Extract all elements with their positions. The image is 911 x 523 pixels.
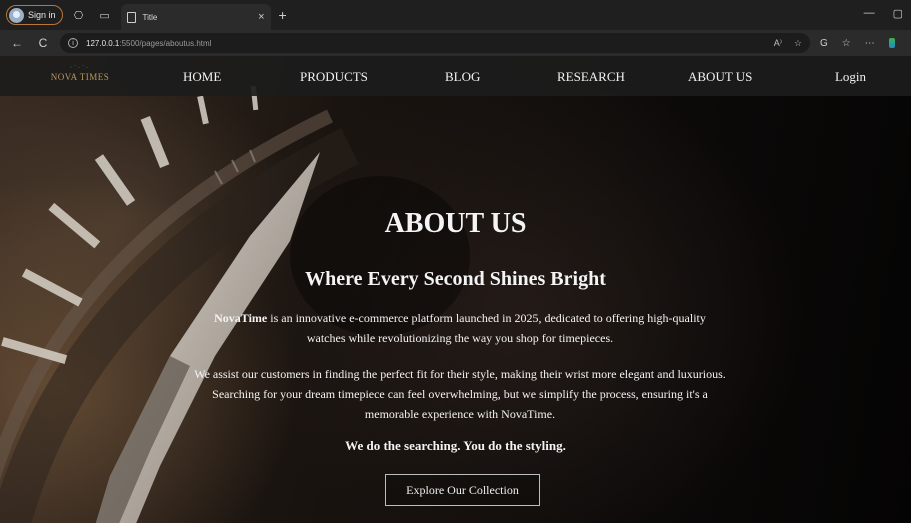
minimize-icon[interactable]: — xyxy=(864,7,875,20)
window-controls: — ▢ xyxy=(864,7,903,20)
page-icon xyxy=(126,11,136,23)
reload-icon[interactable]: C xyxy=(34,36,52,50)
new-tab-icon[interactable]: + xyxy=(279,7,287,23)
intro-paragraph: NovaTime is an innovative e-commerce pla… xyxy=(200,308,720,348)
close-tab-icon[interactable]: × xyxy=(258,11,264,23)
tab-title: Title xyxy=(142,12,158,22)
explore-collection-button[interactable]: Explore Our Collection xyxy=(385,474,540,506)
avatar-icon xyxy=(9,7,24,23)
mission-paragraph: We assist our customers in finding the p… xyxy=(194,367,726,421)
browser-tab-bar: Sign in ⎔ ▭ Title × + — ▢ xyxy=(0,0,911,30)
url-field[interactable]: i 127.0.0.1 :5500/pages/aboutus.html A⁾ … xyxy=(60,33,810,53)
copilot-icon[interactable]: G xyxy=(820,38,828,49)
back-icon[interactable]: ← xyxy=(8,36,26,50)
browser-address-bar: ← C i 127.0.0.1 :5500/pages/aboutus.html… xyxy=(0,30,911,56)
brand-name: NovaTime xyxy=(214,311,268,325)
page-title: ABOUT US xyxy=(384,208,527,239)
workspaces-icon[interactable]: ⎔ xyxy=(69,5,89,25)
intro-text: is an innovative e-commerce platform lau… xyxy=(267,311,706,345)
signin-label: Sign in xyxy=(28,10,56,20)
favorites-icon[interactable]: ☆ xyxy=(842,38,851,49)
favorite-star-icon[interactable]: ☆ xyxy=(794,38,802,49)
browser-tab-active[interactable]: Title × xyxy=(120,4,271,30)
more-menu-icon[interactable]: ⋯ xyxy=(865,38,875,49)
page-subtitle: Where Every Second Shines Bright xyxy=(305,268,606,290)
maximize-icon[interactable]: ▢ xyxy=(893,7,903,20)
profile-signin-button[interactable]: Sign in xyxy=(6,5,63,25)
site-info-icon[interactable]: i xyxy=(68,38,78,48)
tab-actions-icon[interactable]: ▭ xyxy=(95,5,115,25)
url-path: :5500/pages/aboutus.html xyxy=(119,38,212,48)
edge-logo-icon[interactable] xyxy=(888,38,895,48)
website-viewport: ·˙·˙· NOVA TIMES HOME PRODUCTS BLOG RESE… xyxy=(0,56,911,523)
about-content: ABOUT US Where Every Second Shines Brigh… xyxy=(0,56,911,523)
read-aloud-icon[interactable]: A⁾ xyxy=(774,38,782,49)
tagline: We do the searching. You do the styling. xyxy=(345,438,566,453)
url-host: 127.0.0.1 xyxy=(86,38,120,48)
